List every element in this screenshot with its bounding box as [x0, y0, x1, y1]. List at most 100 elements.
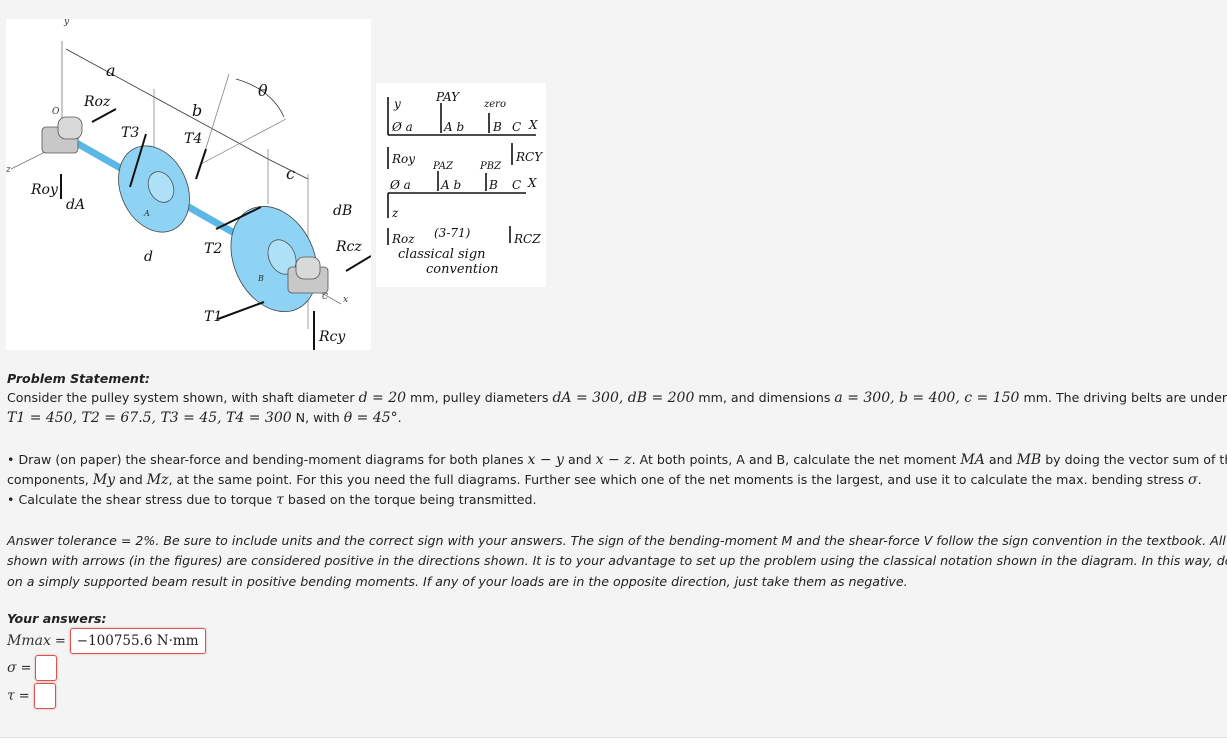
problem-text: mm, and dimensions — [694, 390, 835, 405]
label-roz: Roz — [83, 94, 111, 110]
plane-xz: x − z — [595, 452, 632, 468]
problem-text: mm. The driving belts are under tension — [1023, 390, 1227, 405]
note-zero: zero — [483, 99, 506, 110]
t1-arrow — [217, 301, 265, 320]
equals-sign: = — [18, 688, 30, 704]
tensions-value: T1 = 450, T2 = 67.5, T3 = 45, T4 = 300 — [7, 410, 292, 426]
label-da: dA — [66, 197, 85, 213]
note-xz-x: X — [527, 176, 537, 190]
moment-a-symbol: MA — [960, 452, 985, 468]
problem-text: N, with — [291, 410, 344, 425]
note-roy: Roy — [391, 152, 415, 166]
sign-convention-sketch: y PAY zero Ø a A b B C X Roy RCY PAZ PBZ… — [387, 90, 543, 277]
sigma-symbol: σ — [1188, 472, 1198, 488]
note-xy-b: B — [492, 120, 502, 134]
note-caption-1: classical sign — [398, 247, 486, 262]
note-xz-c: C — [512, 178, 521, 192]
sigma-label: σ — [7, 660, 17, 676]
label-origin: O — [52, 107, 60, 117]
note-pbz: PBZ — [479, 161, 502, 172]
plane-xy: x − y — [527, 452, 564, 468]
instructions-line-2: shown with arrows (in the figures) are c… — [7, 553, 1227, 568]
tau-answer-field[interactable] — [33, 683, 56, 709]
note-caption-2: convention — [426, 262, 498, 277]
label-y: y — [63, 19, 70, 27]
note-xy-o-a: Ø a — [391, 120, 413, 134]
task-text: Draw (on paper) the shear-force and bend… — [18, 452, 528, 467]
label-point-b: B — [257, 274, 264, 283]
answer-row-sigma: σ = — [7, 655, 58, 681]
label-c: c — [286, 164, 295, 183]
problem-text: . — [397, 410, 402, 425]
task-text: Calculate the shear stress due to torque — [18, 492, 277, 507]
bullet-icon: • — [7, 452, 19, 467]
problem-heading: Problem Statement: — [7, 371, 150, 386]
theta-value: θ = 45° — [343, 410, 398, 426]
equals-sign: = — [20, 660, 32, 676]
t4-arrow — [195, 148, 207, 180]
mz-symbol: Mz — [146, 472, 169, 488]
label-t1: T1 — [204, 309, 222, 325]
note-paz: PAZ — [432, 161, 454, 172]
answers-heading: Your answers: — [7, 611, 107, 626]
label-rcz: Rcz — [335, 239, 362, 255]
pulley-system-figure: y z x O a b c θ Roz Roy T3 T4 T2 T1 dA d… — [5, 17, 372, 362]
label-x: x — [343, 295, 348, 305]
problem-line-2: T1 = 450, T2 = 67.5, T3 = 45, T4 = 300 N… — [7, 408, 402, 428]
label-t4: T4 — [184, 131, 202, 147]
dim-b — [153, 96, 269, 160]
note-z: z — [391, 206, 399, 220]
problem-line-1: Consider the pulley system shown, with s… — [7, 388, 1227, 408]
label-point-c: C — [322, 292, 328, 301]
instructions-line-3: on a simply supported beam result in pos… — [7, 574, 908, 589]
mmax-answer-field[interactable]: −100755.6 N·mm — [69, 628, 206, 654]
note-ref: (3-71) — [434, 226, 471, 240]
task-text: and — [115, 472, 147, 487]
my-symbol: My — [92, 472, 116, 488]
note-rcz: RCZ — [513, 232, 541, 246]
pulley-diameters-value: dA = 300, dB = 200 — [552, 390, 695, 406]
label-point-a: A — [143, 209, 150, 218]
problem-text: Consider the pulley system shown, with s… — [7, 390, 359, 405]
note-y: y — [393, 97, 401, 111]
note-pay: PAY — [435, 90, 460, 104]
note-xz-o-a: Ø a — [389, 178, 411, 192]
label-t2: T2 — [204, 241, 222, 257]
note-xy-a-b: A b — [443, 120, 464, 134]
note-roz: Roz — [391, 232, 415, 246]
roz-arrow — [91, 108, 117, 123]
task-text: and — [984, 452, 1017, 467]
mmax-label: Mmax — [7, 633, 51, 649]
task-bullet-1-cont: components, My and Mz, at the same point… — [7, 470, 1202, 490]
moment-b-symbol: MB — [1016, 452, 1042, 468]
dimensions-value: a = 300, b = 400, c = 150 — [834, 390, 1020, 406]
answer-row-mmax: Mmax = −100755.6 N·mm — [7, 628, 206, 654]
label-roy: Roy — [30, 182, 59, 198]
bullet-icon: • — [7, 492, 19, 507]
task-text: by doing the vector sum of the two — [1045, 452, 1227, 467]
sigma-answer-field[interactable] — [35, 655, 58, 681]
handwritten-sign-convention-note: y PAY zero Ø a A b B C X Roy RCY PAZ PBZ… — [376, 83, 546, 287]
label-rcy: Rcy — [318, 329, 346, 345]
tau-label: τ — [7, 688, 15, 704]
task-text: . — [1197, 472, 1202, 487]
instructions-line-1: Answer tolerance = 2%. Be sure to includ… — [7, 533, 1227, 548]
task-text: based on the torque being transmitted. — [283, 492, 537, 507]
problem-text: mm, pulley diameters — [406, 390, 553, 405]
label-theta: θ — [258, 81, 268, 100]
note-xz-b: B — [488, 178, 498, 192]
note-xz-a-b: A b — [440, 178, 461, 192]
task-bullet-1: • Draw (on paper) the shear-force and be… — [7, 450, 1227, 470]
shaft-diameter-value: d = 20 — [358, 390, 407, 406]
task-text: , at the same point. For this you need t… — [168, 472, 1189, 487]
page: y z x O a b c θ Roz Roy T3 T4 T2 T1 dA d… — [0, 0, 1227, 738]
label-d: d — [144, 249, 153, 265]
pulley-diagram: y z x O a b c θ Roz Roy T3 T4 T2 T1 dA d… — [5, 17, 372, 362]
task-text: and — [563, 452, 596, 467]
equals-sign: = — [54, 633, 66, 649]
task-text: components, — [7, 472, 93, 487]
note-xy-x: X — [528, 118, 538, 132]
task-bullet-2: • Calculate the shear stress due to torq… — [7, 490, 537, 510]
label-z: z — [6, 165, 11, 175]
note-xy-c: C — [512, 120, 521, 134]
